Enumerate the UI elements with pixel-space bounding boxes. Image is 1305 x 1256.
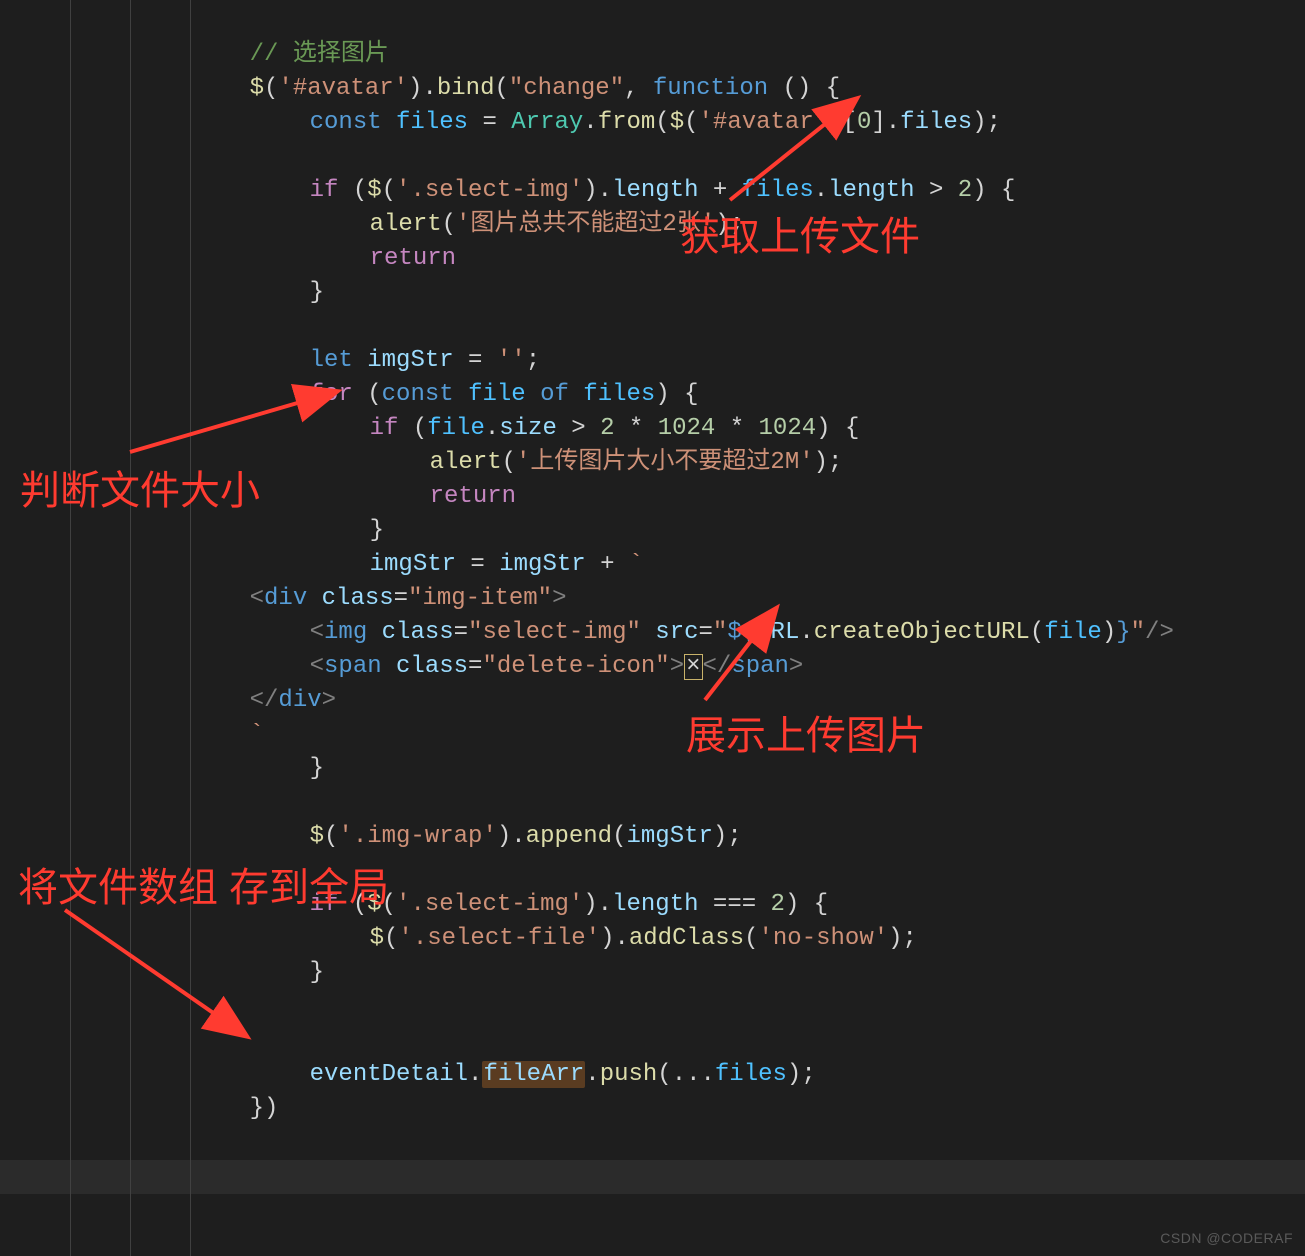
watermark: CSDN @CODERAF [1160, 1230, 1293, 1246]
annotation-show-image: 展示上传图片 [686, 703, 926, 761]
code-line: }) [0, 1058, 1305, 1160]
code-editor[interactable]: // 选择图片 $('#avatar').bind("change", func… [0, 0, 1305, 1256]
code-line: } [0, 922, 1305, 1024]
annotation-get-upload-file: 获取上传文件 [680, 204, 920, 262]
line-highlight [0, 1160, 1305, 1194]
annotation-store-array: 将文件数组 存到全局 [18, 855, 389, 913]
annotation-file-size: 判断文件大小 [20, 458, 260, 516]
